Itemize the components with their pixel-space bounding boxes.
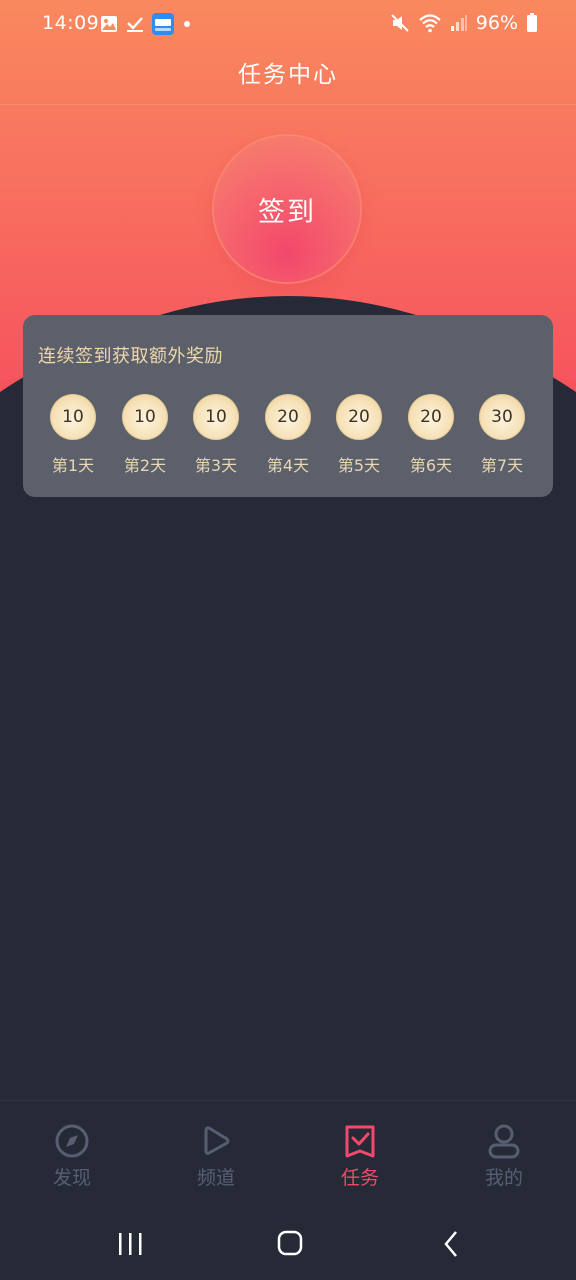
- reward-day-label: 第3天: [194, 456, 238, 475]
- battery-percent: 96%: [475, 12, 518, 34]
- days-row: 10 第1天 10 第2天 10 第3天 20 第4天 20 第5天 20 第6…: [23, 394, 553, 478]
- reward-day-4: 20 第4天: [253, 394, 323, 476]
- nav-label: 发现: [52, 1167, 91, 1189]
- rewards-title: 连续签到获取额外奖励: [38, 346, 223, 367]
- reward-day-7: 30 第7天: [467, 394, 537, 476]
- system-nav-bar: [0, 1208, 576, 1280]
- reward-coin: 20: [336, 394, 382, 440]
- reward-day-label: 第5天: [337, 456, 381, 475]
- reward-coin: 30: [479, 394, 525, 440]
- reward-coin: 20: [408, 394, 454, 440]
- play-icon: [204, 1126, 230, 1155]
- mute-icon: [391, 14, 409, 32]
- reward-coin: 10: [50, 394, 96, 440]
- checkmark-icon: [127, 17, 143, 32]
- nav-item-channels[interactable]: 频道: [166, 1123, 266, 1190]
- nav-label: 任务: [340, 1167, 379, 1189]
- page-title: 任务中心: [238, 62, 338, 88]
- status-bar: 14:09 96%: [0, 0, 576, 48]
- title-bar: 任务中心: [0, 48, 576, 105]
- signin-button[interactable]: 签到: [214, 136, 360, 282]
- reward-day-3: 10 第3天: [181, 394, 251, 476]
- nav-item-tasks[interactable]: 任务: [310, 1123, 410, 1190]
- status-time: 14:09: [42, 12, 100, 34]
- dot-icon: [184, 21, 190, 27]
- gallery-icon: [101, 16, 117, 32]
- signin-label: 签到: [258, 196, 316, 228]
- reward-day-5: 20 第5天: [324, 394, 394, 476]
- nav-label: 频道: [196, 1167, 235, 1189]
- reward-day-6: 20 第6天: [396, 394, 466, 476]
- battery-icon: [527, 13, 537, 32]
- reward-coin: 10: [193, 394, 239, 440]
- nav-label: 我的: [484, 1167, 523, 1189]
- status-left-icons: [100, 13, 192, 35]
- reader-app-icon: [152, 13, 174, 35]
- reward-day-label: 第7天: [480, 456, 524, 475]
- reward-day-1: 10 第1天: [38, 394, 108, 476]
- rewards-card: 连续签到获取额外奖励 10 第1天 10 第2天 10 第3天 20 第4天 2…: [23, 315, 553, 497]
- reward-day-label: 第2天: [123, 456, 167, 475]
- reward-coin: 10: [122, 394, 168, 440]
- bottom-nav: 发现 频道 任务 我的: [0, 1100, 576, 1201]
- back-icon[interactable]: [432, 1228, 472, 1260]
- reward-day-label: 第6天: [409, 456, 453, 475]
- wifi-icon: [419, 14, 441, 33]
- reward-coin: 20: [265, 394, 311, 440]
- signal-icon: [450, 15, 467, 31]
- recent-apps-icon[interactable]: [110, 1228, 150, 1260]
- reward-day-2: 10 第2天: [110, 394, 180, 476]
- reward-day-label: 第1天: [51, 456, 95, 475]
- status-right-icons: 96%: [390, 12, 538, 34]
- compass-icon: [55, 1124, 89, 1158]
- nav-item-discover[interactable]: 发现: [22, 1123, 122, 1190]
- profile-icon: [488, 1124, 520, 1159]
- nav-item-profile[interactable]: 我的: [454, 1123, 554, 1190]
- home-icon[interactable]: [270, 1228, 310, 1260]
- task-check-icon: [345, 1125, 375, 1158]
- reward-day-label: 第4天: [266, 456, 310, 475]
